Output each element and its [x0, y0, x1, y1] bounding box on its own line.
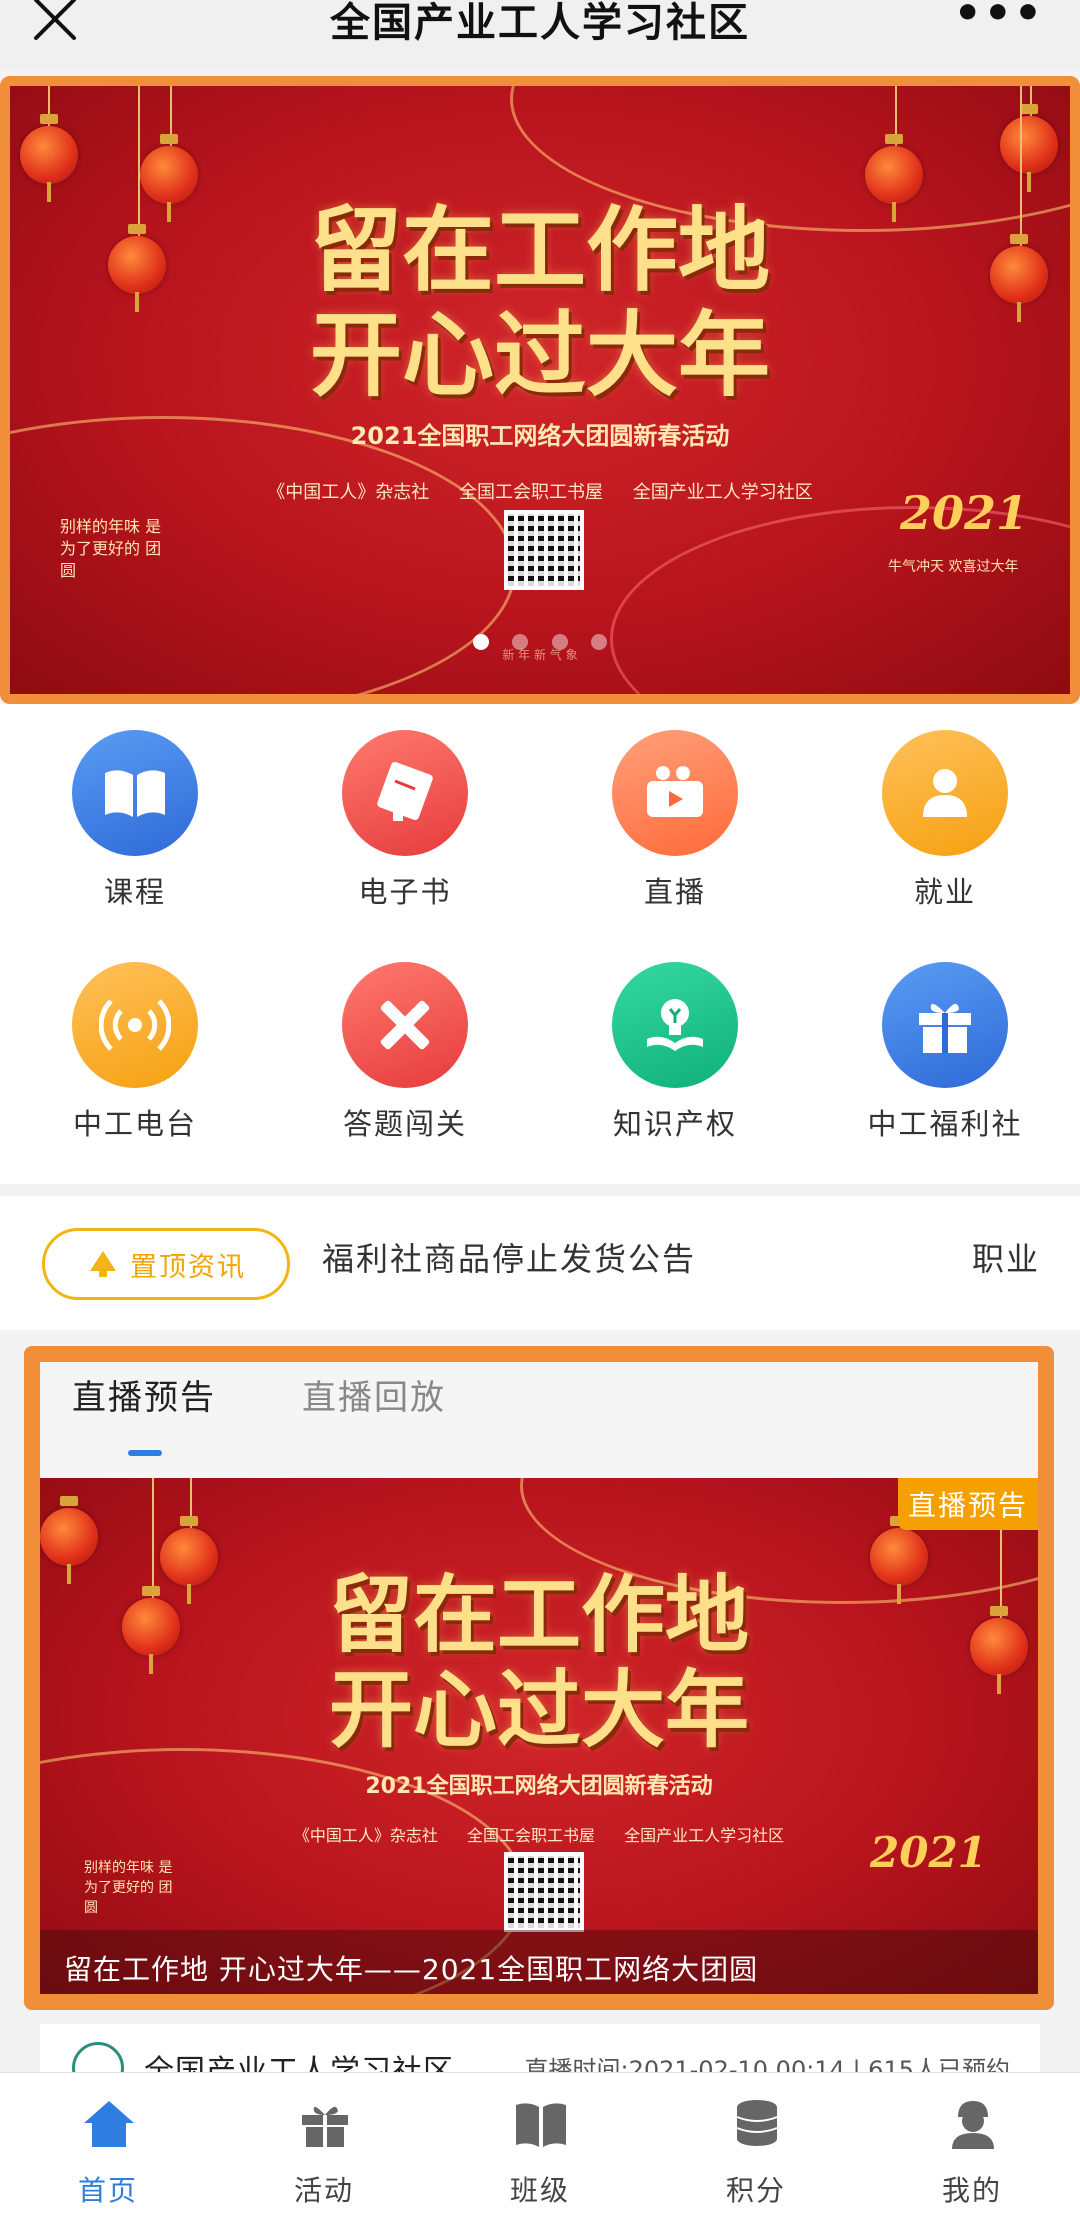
- carousel-dot[interactable]: [590, 634, 607, 650]
- banner-carousel[interactable]: 留在工作地 开心过大年 2021全国职工网络大团圆新春活动 别样的年味 是为了更…: [0, 76, 1080, 704]
- notice-category[interactable]: 职业: [972, 1234, 1040, 1280]
- grid-item-label: 中工福利社: [867, 1107, 1023, 1141]
- grid-item-label: 知识产权: [612, 1107, 737, 1141]
- carousel-dot[interactable]: [512, 634, 529, 650]
- nav-class[interactable]: 班级: [432, 2073, 648, 2218]
- live-card-poster[interactable]: 留在工作地 开心过大年 2021全国职工网络大团圆新春活动 别样的年味 是为了更…: [40, 1478, 1038, 1994]
- radio-icon: [72, 962, 198, 1088]
- more-menu-icon[interactable]: •••: [954, 0, 1044, 36]
- grid-item-quiz[interactable]: 答题闯关: [270, 948, 540, 1158]
- qr-code: [504, 1852, 584, 1932]
- grid-item-label: 就业: [913, 875, 976, 909]
- nav-label: 首页: [77, 2174, 138, 2207]
- nav-activity[interactable]: 活动: [216, 2073, 432, 2218]
- book-icon: [72, 730, 198, 856]
- qr-code: [504, 510, 584, 590]
- carousel-dot[interactable]: [551, 634, 568, 650]
- live-preview-badge: 直播预告: [897, 1478, 1038, 1530]
- open-book-icon: [516, 2103, 566, 2147]
- grid-item-ip[interactable]: 知识产权: [540, 948, 810, 1158]
- nav-points[interactable]: 积分: [648, 2073, 864, 2218]
- page-title: 全国产业工人学习社区: [330, 0, 750, 46]
- video-camera-icon: [612, 730, 738, 856]
- user-icon: [952, 2101, 994, 2149]
- ebook-icon: [342, 730, 468, 856]
- live-caption[interactable]: 留在工作地 开心过大年——2021全国职工网络大团圆: [40, 1930, 1038, 1994]
- sponsor-1: 《中国工人》杂志社: [267, 482, 430, 503]
- pinned-news-badge[interactable]: 置顶资讯: [42, 1228, 290, 1300]
- banner-poster: 留在工作地 开心过大年 2021全国职工网络大团圆新春活动 别样的年味 是为了更…: [10, 86, 1070, 694]
- banner-slogan: 牛气冲天 欢喜过大年: [888, 559, 1019, 575]
- pinned-news-label: 置顶资讯: [130, 1251, 246, 1283]
- grid-item-employment[interactable]: 就业: [810, 716, 1080, 926]
- grid-item-label: 电子书: [358, 875, 452, 909]
- grid-item-label: 中工电台: [72, 1107, 197, 1141]
- gift-box-icon: [302, 2106, 348, 2147]
- grid-item-label: 答题闯关: [342, 1107, 467, 1141]
- megaphone-icon: [90, 1251, 116, 1277]
- carousel-dots: [10, 634, 1070, 654]
- grid-item-label: 课程: [103, 875, 166, 909]
- nav-home[interactable]: 首页: [0, 2073, 216, 2218]
- nav-label: 积分: [725, 2174, 786, 2207]
- sponsor-1: 《中国工人》杂志社: [293, 1826, 438, 1845]
- banner-subline: 2021全国职工网络大团圆新春活动: [350, 422, 730, 450]
- sponsor-2: 全国工会职工书屋: [466, 1826, 595, 1845]
- pencil-ruler-icon: [342, 962, 468, 1088]
- gift-icon: [882, 962, 1008, 1088]
- home-icon: [84, 2101, 134, 2147]
- grid-item-welfare[interactable]: 中工福利社: [810, 948, 1080, 1158]
- nav-label: 活动: [293, 2174, 354, 2207]
- sponsor-3: 全国产业工人学习社区: [624, 1826, 785, 1845]
- live-tabs: 直播预告 直播回放: [40, 1362, 1038, 1458]
- live-section: 直播预告 直播回放 留在工作地 开心过大年 2021全国职工网络大团圆新春活动 …: [24, 1346, 1054, 2010]
- live-corner-text: 别样的年味 是为了更好的 团圆: [84, 1860, 173, 1916]
- nav-label: 班级: [509, 2174, 570, 2207]
- grid-item-live[interactable]: 直播: [540, 716, 810, 926]
- sponsor-2: 全国工会职工书屋: [459, 482, 603, 503]
- ox-logo: 2021: [900, 486, 1029, 540]
- banner-headline-2: 开心过大年: [309, 301, 770, 409]
- grid-item-ebook[interactable]: 电子书: [270, 716, 540, 926]
- tab-indicator: [128, 1450, 162, 1456]
- sponsor-3: 全国产业工人学习社区: [632, 482, 813, 503]
- carousel-dot-active[interactable]: [473, 634, 490, 650]
- notice-bar[interactable]: 置顶资讯 福利社商品停止发货公告 职业: [0, 1196, 1080, 1330]
- nav-label: 我的: [941, 2174, 1002, 2207]
- top-bar: 全国产业工人学习社区 •••: [0, 0, 1080, 68]
- grid-item-label: 直播: [643, 875, 706, 909]
- bottom-nav: 首页 活动 班级 积分 我的: [0, 2072, 1080, 2218]
- feature-grid: 课程 电子书 直播 就业 中工电台 答题闯关 知识产权 中工福利社: [0, 704, 1080, 1184]
- tab-live-preview[interactable]: 直播预告: [72, 1370, 216, 1419]
- people-icon: [882, 730, 1008, 856]
- notice-headline[interactable]: 福利社商品停止发货公告: [322, 1234, 696, 1280]
- grid-item-radio[interactable]: 中工电台: [0, 948, 270, 1158]
- live-headline-2: 开心过大年: [328, 1660, 749, 1759]
- coins-icon: [736, 2100, 778, 2146]
- grid-item-course[interactable]: 课程: [0, 716, 270, 926]
- banner-corner-text: 别样的年味 是为了更好的 团圆: [60, 517, 162, 580]
- live-card-info[interactable]: 全国产业工人学习社区 直播时间:2021-02-10 00:14 | 615人已…: [40, 2024, 1040, 2094]
- lightbulb-book-icon: [612, 962, 738, 1088]
- ox-logo: 2021: [870, 1828, 987, 1877]
- live-subline: 2021全国职工网络大团圆新春活动: [365, 1774, 713, 1799]
- lantern-icon: [1000, 104, 1058, 192]
- tab-live-replay[interactable]: 直播回放: [302, 1370, 446, 1419]
- nav-mine[interactable]: 我的: [864, 2073, 1080, 2218]
